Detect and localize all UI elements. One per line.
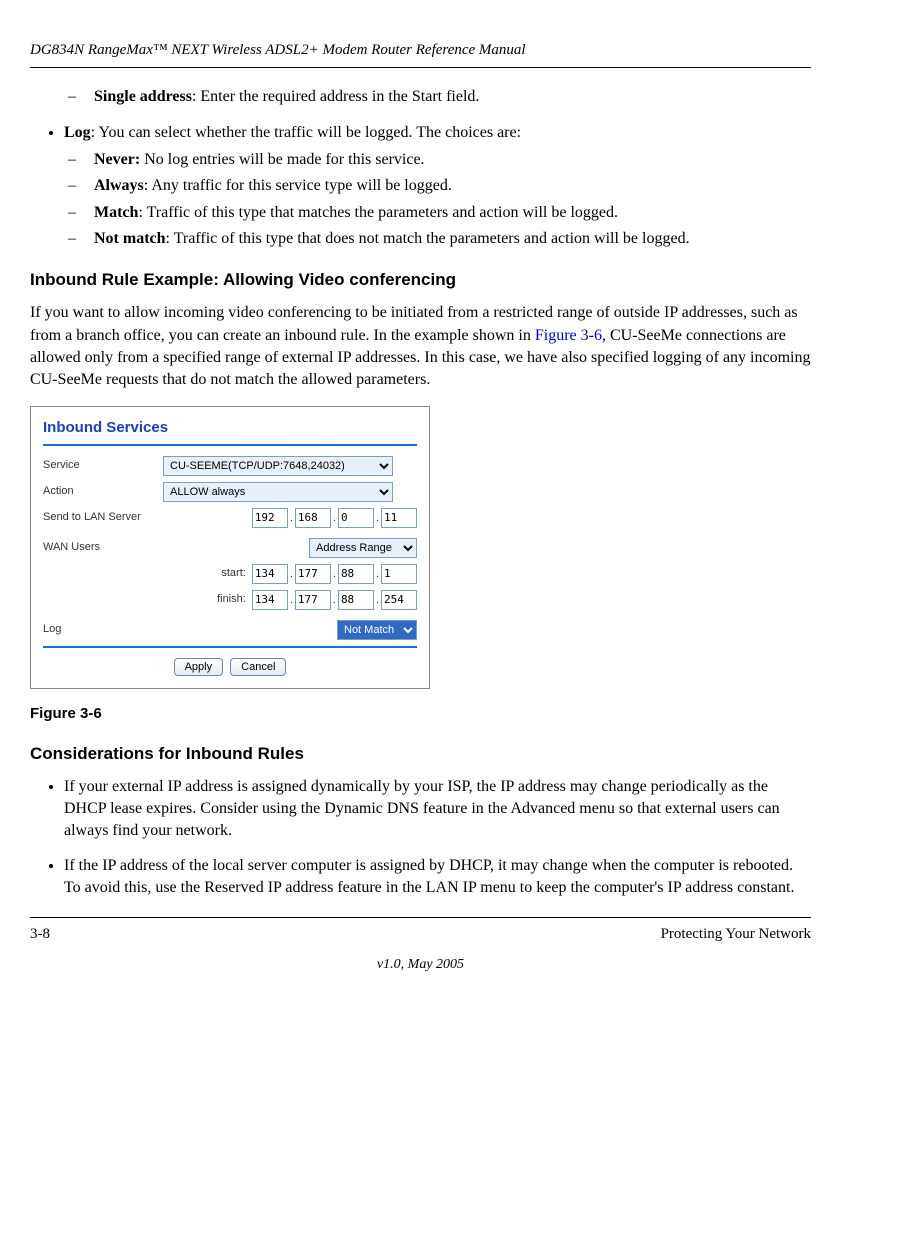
single-address-item: Single address: Enter the required addre…: [68, 86, 811, 108]
label-wan-users: WAN Users: [43, 540, 163, 555]
finish-ip-octet-1[interactable]: [252, 590, 288, 610]
footer-version: v1.0, May 2005: [30, 955, 811, 975]
lan-ip-group: . . .: [252, 508, 417, 528]
log-sub-notmatch: Not match: Traffic of this type that doe…: [68, 228, 811, 250]
lan-ip-octet-4[interactable]: [381, 508, 417, 528]
log-sub-never-label: Never:: [94, 151, 140, 168]
ip-dot: .: [331, 567, 338, 582]
log-sub-notmatch-label: Not match: [94, 230, 166, 247]
start-ip-group: . . .: [252, 564, 417, 584]
wan-users-select[interactable]: Address Range: [309, 538, 417, 558]
log-sub-match-label: Match: [94, 204, 138, 221]
footer-rule: [30, 917, 811, 918]
ip-dot: .: [374, 511, 381, 526]
start-ip-octet-2[interactable]: [295, 564, 331, 584]
log-list: Log: You can select whether the traffic …: [30, 122, 811, 250]
panel-title: Inbound Services: [43, 417, 417, 438]
page-footer: 3-8 Protecting Your Network: [30, 924, 811, 945]
consideration-item-2: If the IP address of the local server co…: [64, 855, 811, 900]
service-select[interactable]: CU-SEEME(TCP/UDP:7648,24032): [163, 456, 393, 476]
label-start: start:: [43, 566, 252, 581]
lan-ip-octet-3[interactable]: [338, 508, 374, 528]
single-address-text: : Enter the required address in the Star…: [192, 88, 479, 105]
start-ip-octet-3[interactable]: [338, 564, 374, 584]
figure-3-6-link[interactable]: Figure 3-6: [535, 327, 602, 344]
finish-ip-group: . . .: [252, 590, 417, 610]
action-select[interactable]: ALLOW always: [163, 482, 393, 502]
finish-ip-octet-2[interactable]: [295, 590, 331, 610]
footer-section-title: Protecting Your Network: [661, 924, 811, 945]
ip-dot: .: [331, 593, 338, 608]
ip-dot: .: [331, 511, 338, 526]
log-select[interactable]: Not Match: [337, 620, 417, 640]
figure-caption: Figure 3-6: [30, 703, 811, 724]
panel-top-rule: [43, 444, 417, 446]
heading-inbound-example: Inbound Rule Example: Allowing Video con…: [30, 268, 811, 292]
ip-dot: .: [374, 567, 381, 582]
footer-page-number: 3-8: [30, 924, 50, 945]
log-sub-notmatch-text: : Traffic of this type that does not mat…: [166, 230, 690, 247]
ip-dot: .: [288, 567, 295, 582]
log-sub-match-text: : Traffic of this type that matches the …: [138, 204, 618, 221]
single-address-label: Single address: [94, 88, 192, 105]
log-sub-never-text: No log entries will be made for this ser…: [140, 151, 424, 168]
page-header-title: DG834N RangeMax™ NEXT Wireless ADSL2+ Mo…: [30, 40, 811, 61]
log-sub-always-label: Always: [94, 177, 144, 194]
lan-ip-octet-1[interactable]: [252, 508, 288, 528]
inbound-paragraph: If you want to allow incoming video conf…: [30, 302, 811, 392]
ip-dot: .: [288, 593, 295, 608]
ip-dot: .: [288, 511, 295, 526]
panel-bottom-rule: [43, 646, 417, 648]
log-sub-always: Always: Any traffic for this service typ…: [68, 175, 811, 197]
finish-ip-octet-4[interactable]: [381, 590, 417, 610]
label-log: Log: [43, 622, 163, 637]
log-intro-text: : You can select whether the traffic wil…: [91, 124, 521, 141]
lan-ip-octet-2[interactable]: [295, 508, 331, 528]
header-rule: [30, 67, 811, 68]
label-finish: finish:: [43, 592, 252, 607]
single-address-list: Single address: Enter the required addre…: [30, 86, 811, 108]
log-sub-match: Match: Traffic of this type that matches…: [68, 202, 811, 224]
start-ip-octet-4[interactable]: [381, 564, 417, 584]
log-sub-always-text: : Any traffic for this service type will…: [144, 177, 452, 194]
log-label: Log: [64, 124, 91, 141]
heading-considerations: Considerations for Inbound Rules: [30, 742, 811, 766]
considerations-list: If your external IP address is assigned …: [30, 776, 811, 900]
log-sub-never: Never: No log entries will be made for t…: [68, 149, 811, 171]
consideration-item-1: If your external IP address is assigned …: [64, 776, 811, 843]
inbound-services-panel: Inbound Services Service CU-SEEME(TCP/UD…: [30, 406, 430, 689]
log-sublist: Never: No log entries will be made for t…: [64, 149, 811, 251]
finish-ip-octet-3[interactable]: [338, 590, 374, 610]
label-action: Action: [43, 484, 163, 499]
log-item: Log: You can select whether the traffic …: [64, 122, 811, 250]
label-service: Service: [43, 458, 163, 473]
start-ip-octet-1[interactable]: [252, 564, 288, 584]
ip-dot: .: [374, 593, 381, 608]
apply-button[interactable]: Apply: [174, 658, 224, 676]
label-send-to-lan: Send to LAN Server: [43, 510, 163, 525]
cancel-button[interactable]: Cancel: [230, 658, 286, 676]
